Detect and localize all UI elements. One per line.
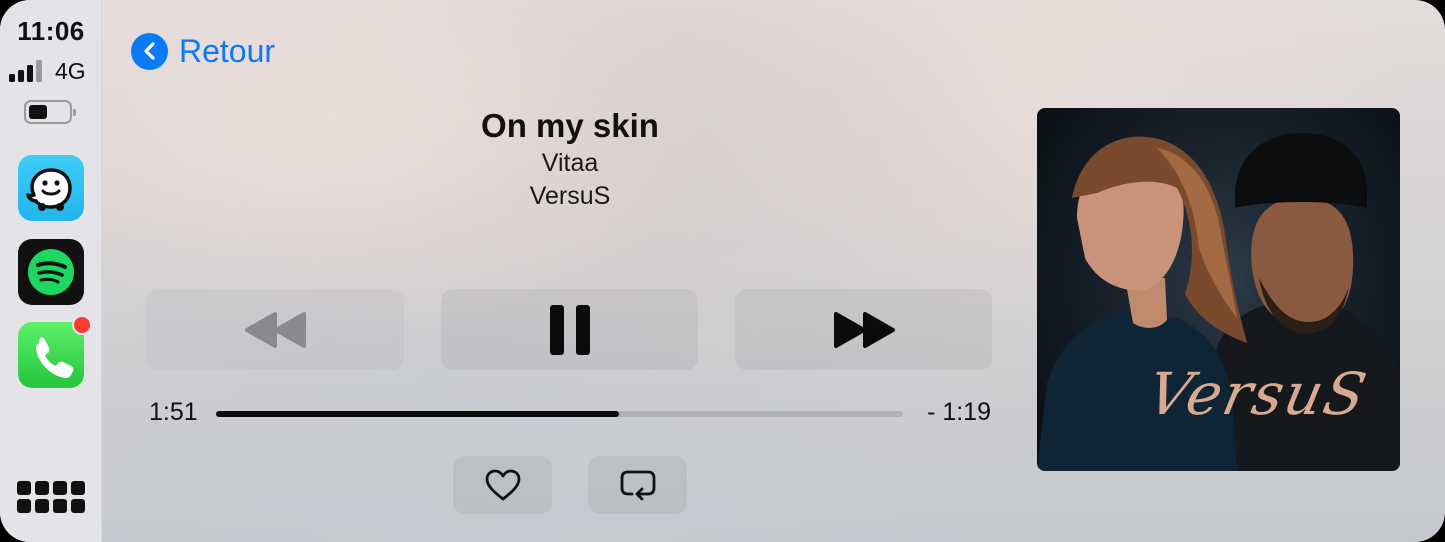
cellular-signal-icon: [9, 58, 49, 82]
network-type: 4G: [55, 58, 86, 84]
album-artwork: VersuS: [1037, 108, 1400, 471]
spotify-app-icon[interactable]: [18, 239, 84, 305]
chevron-left-icon: [131, 32, 168, 70]
fast-forward-icon: [833, 311, 895, 348]
pause-button[interactable]: [441, 289, 698, 370]
like-button[interactable]: [453, 456, 552, 514]
sidebar: 11:06 4G: [0, 0, 102, 542]
album-art-title: VersuS: [1141, 360, 1374, 428]
battery-icon: [24, 100, 76, 124]
back-button[interactable]: Retour: [131, 31, 275, 71]
track-album: VersuS: [529, 182, 611, 210]
progress-fill: [216, 411, 620, 417]
elapsed-time: 1:51: [149, 398, 198, 426]
app-grid-icon[interactable]: [17, 481, 85, 517]
remaining-time: - 1:19: [927, 398, 991, 426]
repeat-button[interactable]: [588, 456, 687, 514]
progress-bar[interactable]: [216, 411, 903, 417]
heart-icon: [485, 469, 520, 501]
waze-app-icon[interactable]: [18, 155, 84, 221]
notification-badge: [72, 315, 92, 335]
repeat-icon: [620, 470, 655, 501]
pause-icon: [549, 304, 590, 355]
carplay-screen: 11:06 4G Retour On my skin Vitaa VersuS …: [0, 0, 1445, 542]
track-artist: Vitaa: [541, 149, 599, 177]
now-playing-info: On my skin Vitaa VersuS: [370, 105, 770, 213]
next-track-button[interactable]: [735, 289, 992, 370]
status-clock: 11:06: [17, 16, 85, 46]
track-title: On my skin: [481, 107, 659, 144]
back-label: Retour: [179, 32, 276, 69]
previous-track-button[interactable]: [147, 289, 404, 370]
rewind-icon: [244, 311, 306, 348]
